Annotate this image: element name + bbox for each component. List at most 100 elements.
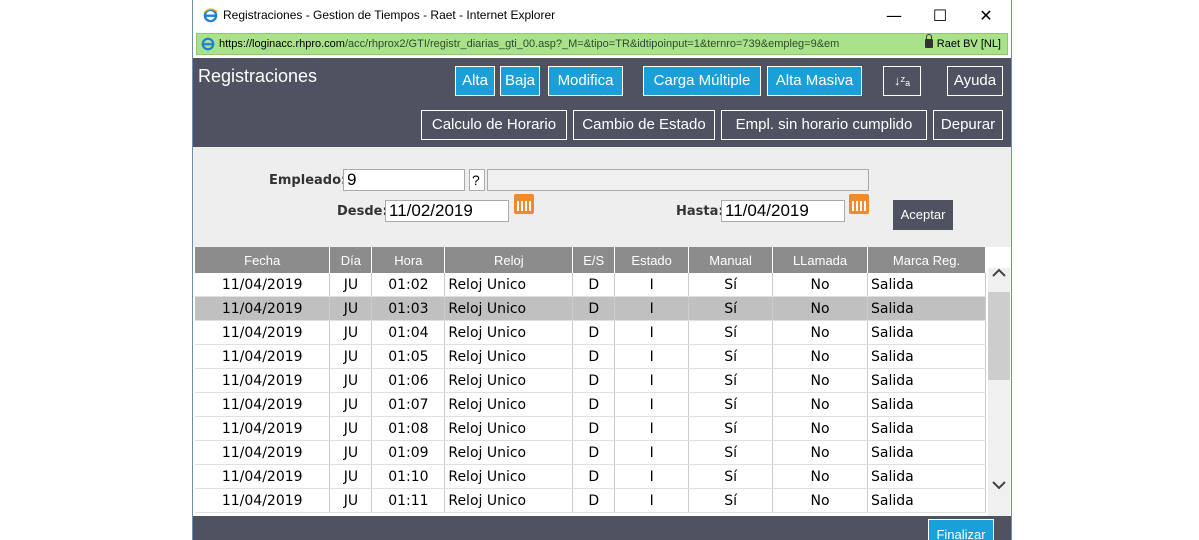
minimize-button[interactable]: — xyxy=(871,0,917,31)
cell-hora: 01:09 xyxy=(371,440,446,465)
table-row[interactable]: 11/04/2019 JU 01:03 Reloj Unico D I Sí No Salida xyxy=(195,296,986,321)
cell-llamada: No xyxy=(772,464,869,489)
cell-hora: 01:11 xyxy=(371,488,446,513)
col-dia[interactable]: Día xyxy=(329,247,373,273)
cell-estado: I xyxy=(614,344,690,369)
cell-llamada: No xyxy=(772,488,869,513)
cell-hora: 01:03 xyxy=(371,296,446,321)
page-header: Registraciones Alta Baja Modifica Carga … xyxy=(193,58,1011,147)
baja-button[interactable]: Baja xyxy=(500,66,540,96)
table-header-row: Fecha Día Hora Reloj E/S Estado Manual L… xyxy=(195,247,986,273)
empleado-input[interactable]: 9 xyxy=(343,169,465,191)
cell-dia: JU xyxy=(329,368,373,393)
col-estado[interactable]: Estado xyxy=(614,247,690,273)
cell-es: D xyxy=(572,296,616,321)
scroll-up-icon[interactable] xyxy=(988,266,1010,282)
depurar-button[interactable]: Depurar xyxy=(933,110,1003,140)
table-row[interactable]: 11/04/2019 JU 01:11 Reloj Unico D I Sí No Salida xyxy=(195,488,986,513)
empleado-help-button[interactable]: ? xyxy=(469,169,485,191)
table-row[interactable]: 11/04/2019 JU 01:02 Reloj Unico D I Sí No Salida xyxy=(195,273,986,297)
cell-llamada: No xyxy=(772,416,869,441)
cell-marca-reg: Salida xyxy=(867,296,986,321)
cell-es: D xyxy=(572,392,616,417)
cell-estado: I xyxy=(614,488,690,513)
page-title: Registraciones xyxy=(198,66,318,86)
close-button[interactable]: ✕ xyxy=(963,0,1009,31)
cell-dia: JU xyxy=(329,416,373,441)
cell-manual: Sí xyxy=(688,440,774,465)
site-identity-label: Raet BV [NL] xyxy=(936,38,1001,50)
hasta-input[interactable]: 11/04/2019 xyxy=(721,200,845,222)
cell-es: D xyxy=(572,488,616,513)
desde-label: Desde: xyxy=(337,204,388,219)
col-manual[interactable]: Manual xyxy=(688,247,774,273)
cell-dia: JU xyxy=(329,488,373,513)
col-es[interactable]: E/S xyxy=(572,247,616,273)
cell-manual: Sí xyxy=(688,296,774,321)
table-row[interactable]: 11/04/2019 JU 01:07 Reloj Unico D I Sí No Salida xyxy=(195,392,986,417)
cambio-estado-button[interactable]: Cambio de Estado xyxy=(573,110,715,140)
sort-az-icon: ↓ᶻₐ xyxy=(894,73,910,88)
carga-multiple-button[interactable]: Carga Múltiple xyxy=(643,66,761,96)
table-row[interactable]: 11/04/2019 JU 01:10 Reloj Unico D I Sí No Salida xyxy=(195,464,986,489)
cell-marca-reg: Salida xyxy=(867,392,986,417)
address-bar[interactable]: https://loginacc.rhpro.com/acc/rhprox2/G… xyxy=(196,33,1008,55)
aceptar-button[interactable]: Aceptar xyxy=(893,200,953,230)
url-host: rhpro.com xyxy=(295,38,345,50)
calculo-horario-button[interactable]: Calculo de Horario xyxy=(421,110,567,140)
col-fecha[interactable]: Fecha xyxy=(195,247,331,273)
cell-marca-reg: Salida xyxy=(867,273,986,297)
scroll-down-icon[interactable] xyxy=(988,478,1010,494)
cell-reloj: Reloj Unico xyxy=(444,416,574,441)
url-path: /acc/rhprox2/GTI/registr_diarias_gti_00.… xyxy=(344,38,840,50)
table-row[interactable]: 11/04/2019 JU 01:04 Reloj Unico D I Sí No Salida xyxy=(195,320,986,345)
col-marca-reg[interactable]: Marca Reg. xyxy=(867,247,986,273)
cell-fecha: 11/04/2019 xyxy=(195,488,331,513)
registraciones-table: Fecha Día Hora Reloj E/S Estado Manual L… xyxy=(195,247,986,513)
modifica-button[interactable]: Modifica xyxy=(548,66,623,96)
hasta-label: Hasta: xyxy=(676,204,724,219)
cell-estado: I xyxy=(614,320,690,345)
cell-manual: Sí xyxy=(688,273,774,297)
cell-dia: JU xyxy=(329,464,373,489)
cell-hora: 01:02 xyxy=(371,273,446,297)
col-llamada[interactable]: LLamada xyxy=(772,247,869,273)
desde-input[interactable]: 11/02/2019 xyxy=(385,200,509,222)
cell-llamada: No xyxy=(772,440,869,465)
cell-dia: JU xyxy=(329,273,373,297)
cell-estado: I xyxy=(614,273,690,297)
maximize-button[interactable]: ☐ xyxy=(917,0,963,31)
cell-estado: I xyxy=(614,392,690,417)
table-row[interactable]: 11/04/2019 JU 01:05 Reloj Unico D I Sí No Salida xyxy=(195,344,986,369)
cell-es: D xyxy=(572,273,616,297)
alta-button[interactable]: Alta xyxy=(455,66,495,96)
scrollbar-thumb[interactable] xyxy=(988,292,1010,380)
cell-es: D xyxy=(572,416,616,441)
cell-hora: 01:05 xyxy=(371,344,446,369)
cell-marca-reg: Salida xyxy=(867,488,986,513)
sort-az-button[interactable]: ↓ᶻₐ xyxy=(883,66,921,96)
col-hora[interactable]: Hora xyxy=(371,247,446,273)
cell-reloj: Reloj Unico xyxy=(444,464,574,489)
browser-window: Registraciones - Gestion de Tiempos - Ra… xyxy=(192,0,1012,540)
site-identity[interactable]: Raet BV [NL] xyxy=(924,34,1001,50)
cell-fecha: 11/04/2019 xyxy=(195,320,331,345)
ayuda-button[interactable]: Ayuda xyxy=(947,66,1003,96)
cell-reloj: Reloj Unico xyxy=(444,392,574,417)
hasta-calendar-icon[interactable] xyxy=(849,194,869,214)
cell-reloj: Reloj Unico xyxy=(444,368,574,393)
col-reloj[interactable]: Reloj xyxy=(444,247,574,273)
table-row[interactable]: 11/04/2019 JU 01:08 Reloj Unico D I Sí No Salida xyxy=(195,416,986,441)
cell-manual: Sí xyxy=(688,488,774,513)
filter-form: Empleado: 9 ? Desde: 11/02/2019 Hasta: 1… xyxy=(193,147,1011,247)
table-row[interactable]: 11/04/2019 JU 01:06 Reloj Unico D I Sí No Salida xyxy=(195,368,986,393)
desde-calendar-icon[interactable] xyxy=(514,194,534,214)
cell-estado: I xyxy=(614,440,690,465)
empl-sin-horario-button[interactable]: Empl. sin horario cumplido xyxy=(721,110,927,140)
cell-reloj: Reloj Unico xyxy=(444,440,574,465)
table-row[interactable]: 11/04/2019 JU 01:09 Reloj Unico D I Sí No Salida xyxy=(195,440,986,465)
alta-masiva-button[interactable]: Alta Masiva xyxy=(767,66,862,96)
cell-manual: Sí xyxy=(688,320,774,345)
empleado-label: Empleado: xyxy=(269,173,347,188)
finalizar-button[interactable]: Finalizar xyxy=(928,519,994,540)
